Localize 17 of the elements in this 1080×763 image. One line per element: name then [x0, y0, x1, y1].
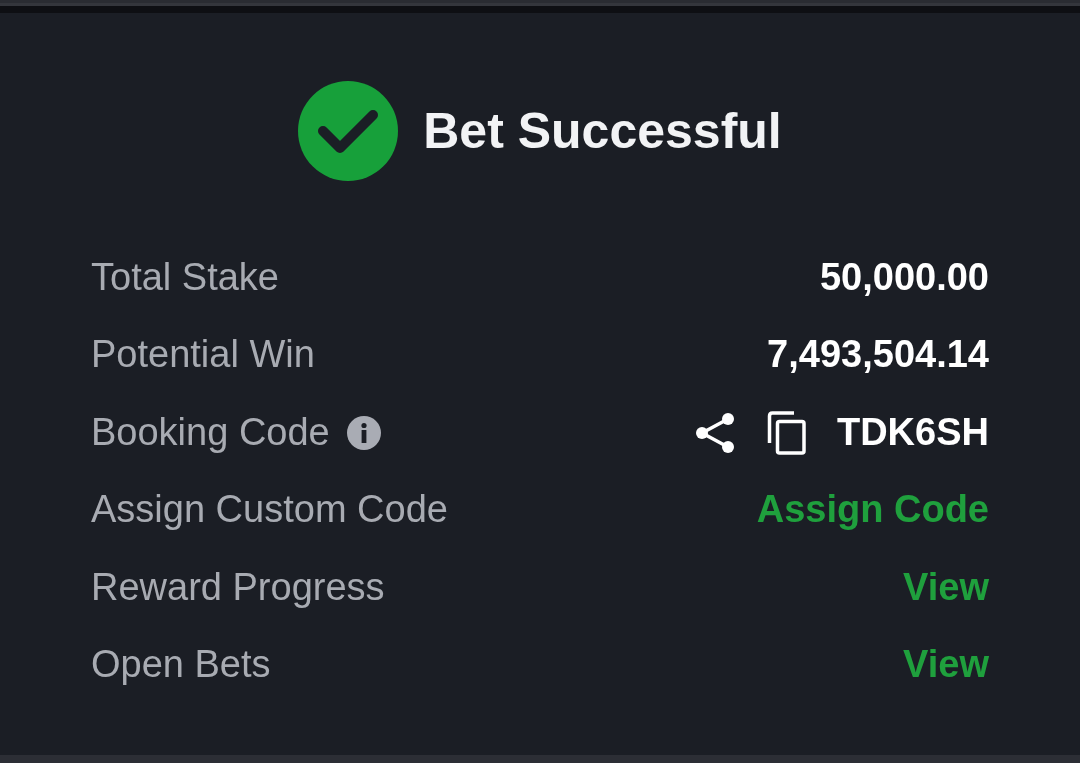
detail-label: Potential Win: [91, 332, 315, 378]
action-link[interactable]: Assign Code: [756, 487, 989, 534]
share-icon[interactable]: [694, 411, 735, 454]
copy-icon[interactable]: [765, 410, 806, 455]
amount-value: 50,000.00: [819, 254, 989, 300]
detail-label: Assign Custom Code: [91, 487, 448, 533]
detail-label: Total Stake: [91, 254, 279, 300]
booking-code: TDK6SH: [836, 409, 989, 455]
check-circle-icon: [298, 81, 399, 181]
detail-label: Open Bets: [91, 642, 271, 688]
detail-label: Booking Code: [91, 409, 330, 455]
amount-value: 7,493,504.14: [767, 332, 989, 378]
success-title: Bet Successful: [423, 103, 782, 159]
action-link[interactable]: View: [903, 642, 989, 689]
detail-label: Reward Progress: [91, 564, 385, 610]
action-link[interactable]: View: [903, 564, 989, 611]
info-icon[interactable]: [346, 415, 381, 450]
